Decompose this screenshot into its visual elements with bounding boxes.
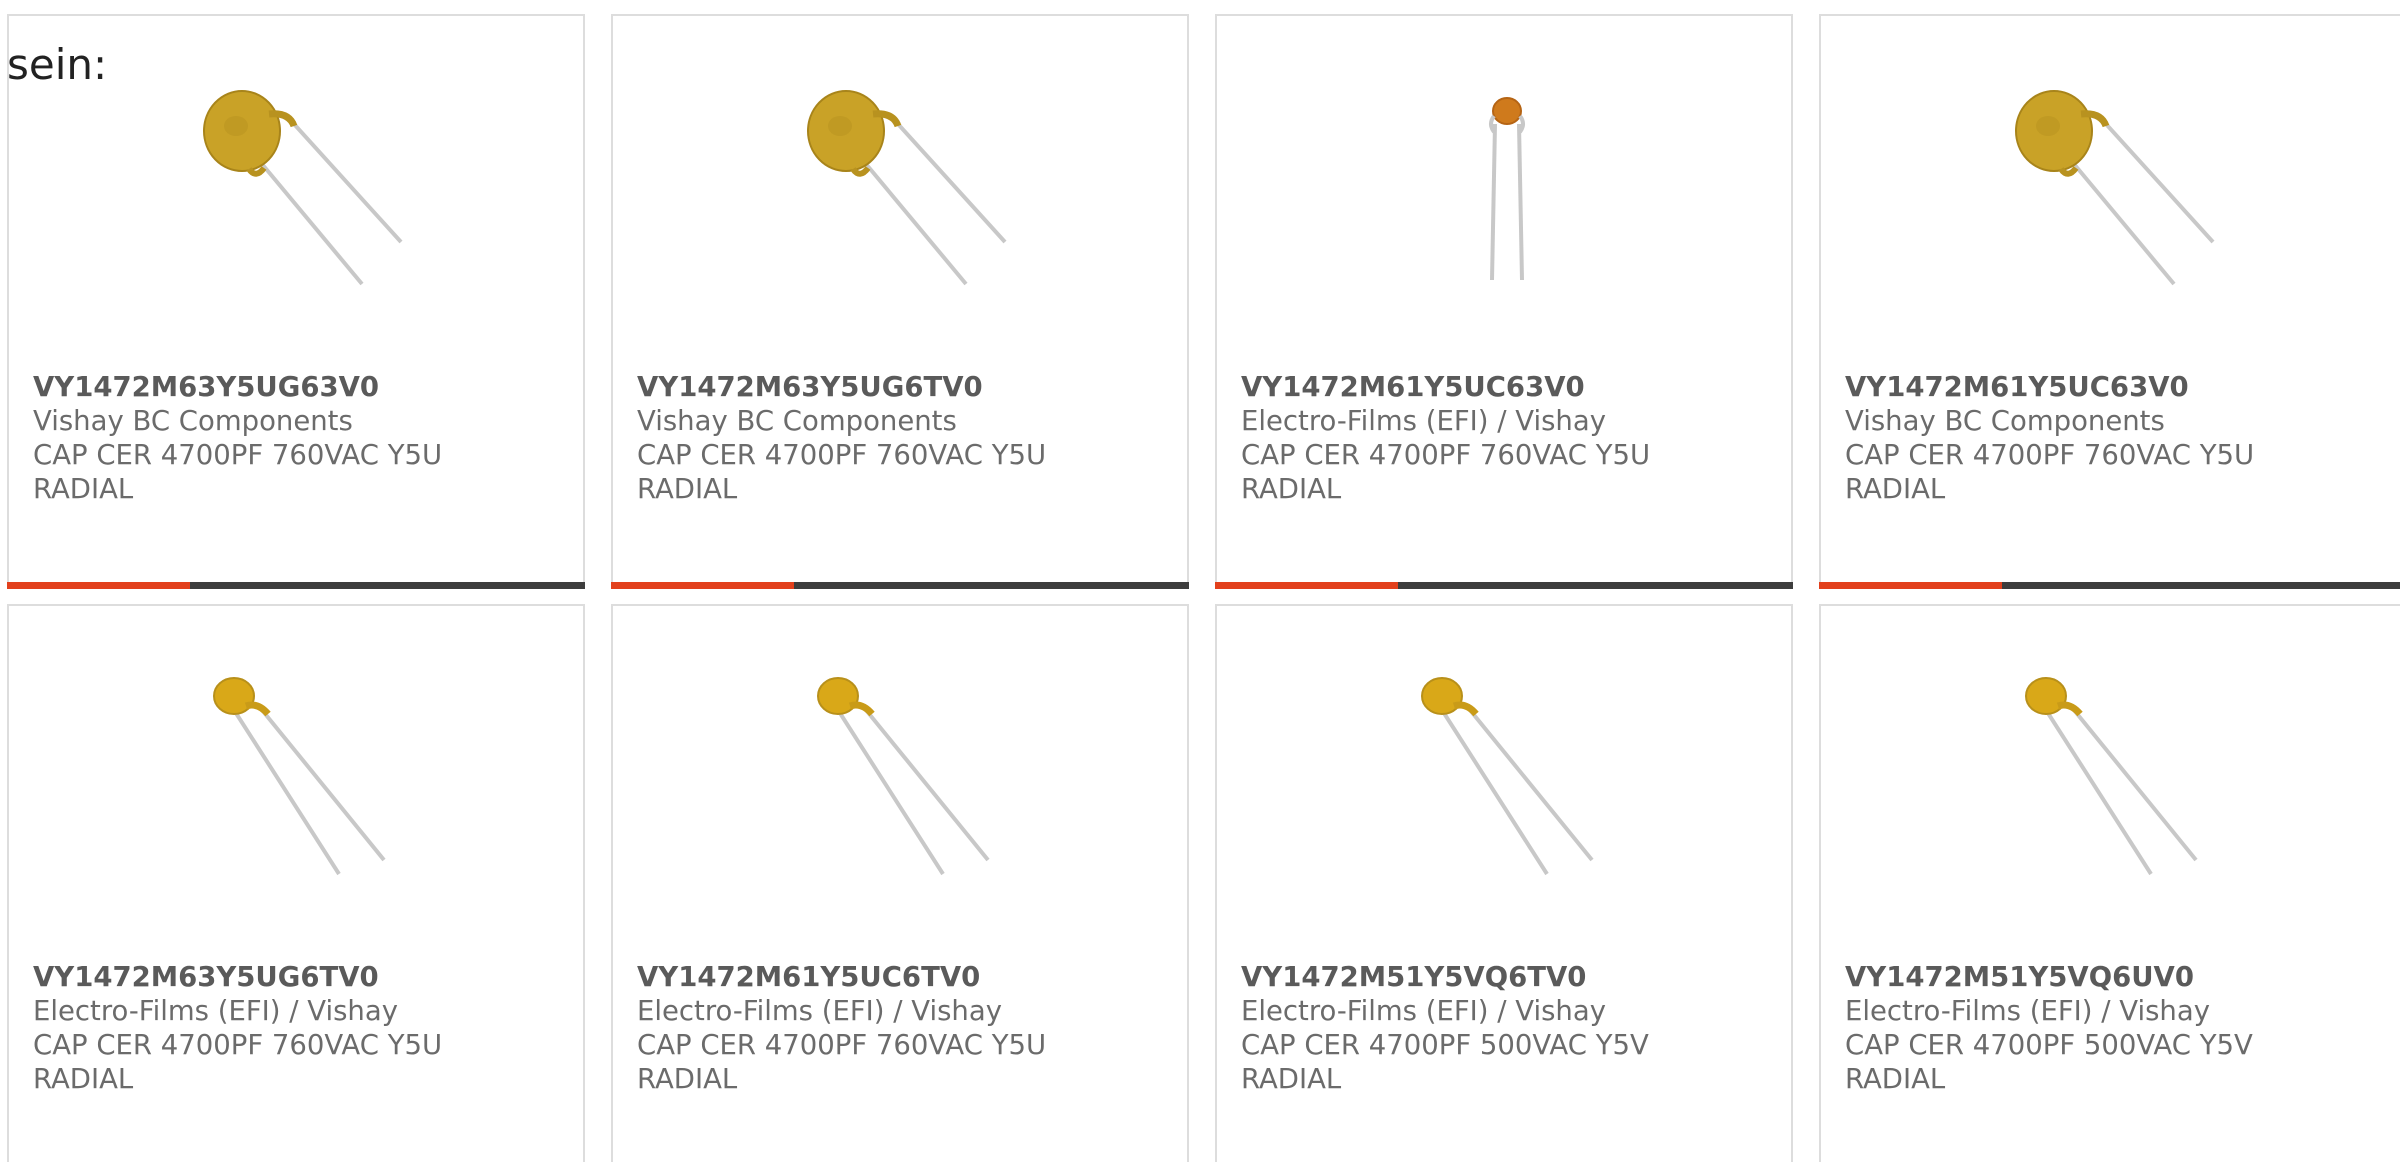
product-card[interactable]: VY1472M61Y5UC63V0 Electro-Films (EFI) / … (1215, 14, 1793, 589)
package: RADIAL (637, 1063, 738, 1095)
manufacturer: Electro-Films (EFI) / Vishay (637, 995, 1002, 1027)
manufacturer: Vishay BC Components (637, 405, 957, 437)
disc-capacitor-medium-icon[interactable] (798, 674, 1008, 894)
manufacturer: Electro-Films (EFI) / Vishay (33, 995, 398, 1027)
description: CAP CER 4700PF 500VAC Y5V (1845, 1029, 2253, 1061)
description: CAP CER 4700PF 500VAC Y5V (1241, 1029, 1649, 1061)
package: RADIAL (33, 473, 134, 505)
card-footer-accent (1819, 582, 2002, 589)
package: RADIAL (1241, 473, 1342, 505)
description: CAP CER 4700PF 760VAC Y5U (637, 439, 1047, 471)
description: CAP CER 4700PF 760VAC Y5U (33, 439, 443, 471)
part-number[interactable]: VY1472M63Y5UG6TV0 (637, 370, 1177, 404)
manufacturer: Vishay BC Components (33, 405, 353, 437)
intro-text: sein: (7, 40, 108, 89)
disc-capacitor-medium-icon[interactable] (2006, 674, 2216, 894)
product-card[interactable]: VY1472M63Y5UG63V0 Vishay BC Components C… (7, 14, 585, 589)
card-footer-bar (1819, 582, 2400, 589)
card-footer-accent (7, 582, 190, 589)
package: RADIAL (33, 1063, 134, 1095)
description: CAP CER 4700PF 760VAC Y5U (33, 1029, 443, 1061)
description: CAP CER 4700PF 760VAC Y5U (1241, 439, 1651, 471)
manufacturer: Electro-Films (EFI) / Vishay (1845, 995, 2210, 1027)
part-number[interactable]: VY1472M51Y5VQ6UV0 (1845, 960, 2390, 994)
disc-capacitor-medium-icon[interactable] (194, 674, 404, 894)
manufacturer: Vishay BC Components (1845, 405, 2165, 437)
card-footer-bar (7, 582, 585, 589)
product-grid-page: sein: VY1472M63Y5UG63V0 Vishay BC Compon… (0, 0, 2400, 1162)
product-card[interactable]: VY1472M51Y5VQ6TV0 Electro-Films (EFI) / … (1215, 604, 1793, 1162)
package: RADIAL (1845, 1063, 1946, 1095)
product-card[interactable]: VY1472M63Y5UG6TV0 Electro-Films (EFI) / … (7, 604, 585, 1162)
disc-capacitor-large-icon[interactable] (2006, 84, 2216, 304)
package: RADIAL (637, 473, 738, 505)
description: CAP CER 4700PF 760VAC Y5U (1845, 439, 2255, 471)
disc-capacitor-small-icon[interactable] (1402, 84, 1612, 304)
card-footer-accent (611, 582, 794, 589)
product-card[interactable]: VY1472M63Y5UG6TV0 Vishay BC Components C… (611, 14, 1189, 589)
disc-capacitor-medium-icon[interactable] (1402, 674, 1612, 894)
part-number[interactable]: VY1472M61Y5UC63V0 (1241, 370, 1781, 404)
product-card[interactable]: VY1472M61Y5UC6TV0 Electro-Films (EFI) / … (611, 604, 1189, 1162)
part-number[interactable]: VY1472M63Y5UG63V0 (33, 370, 573, 404)
description: CAP CER 4700PF 760VAC Y5U (637, 1029, 1047, 1061)
disc-capacitor-large-icon[interactable] (194, 84, 404, 304)
package: RADIAL (1241, 1063, 1342, 1095)
part-number[interactable]: VY1472M61Y5UC6TV0 (637, 960, 1177, 994)
disc-capacitor-large-icon[interactable] (798, 84, 1008, 304)
product-card[interactable]: VY1472M51Y5VQ6UV0 Electro-Films (EFI) / … (1819, 604, 2400, 1162)
package: RADIAL (1845, 473, 1946, 505)
card-footer-accent (1215, 582, 1398, 589)
manufacturer: Electro-Films (EFI) / Vishay (1241, 995, 1606, 1027)
part-number[interactable]: VY1472M51Y5VQ6TV0 (1241, 960, 1781, 994)
part-number[interactable]: VY1472M61Y5UC63V0 (1845, 370, 2390, 404)
card-footer-bar (611, 582, 1189, 589)
part-number[interactable]: VY1472M63Y5UG6TV0 (33, 960, 573, 994)
product-card[interactable]: VY1472M61Y5UC63V0 Vishay BC Components C… (1819, 14, 2400, 589)
card-footer-bar (1215, 582, 1793, 589)
manufacturer: Electro-Films (EFI) / Vishay (1241, 405, 1606, 437)
